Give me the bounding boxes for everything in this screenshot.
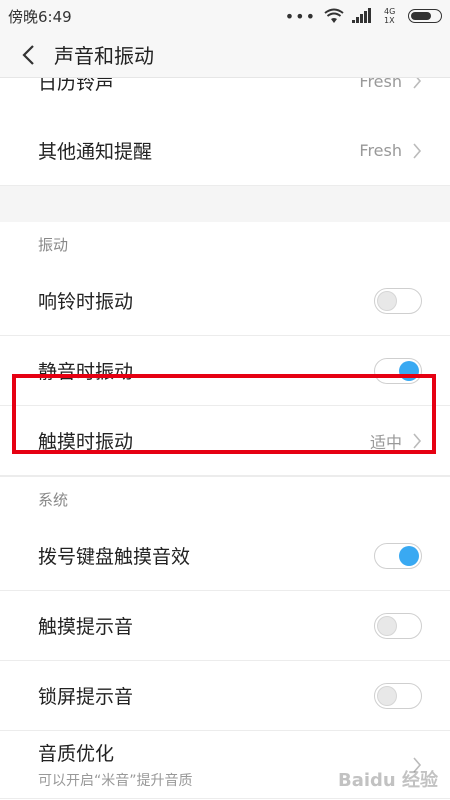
lock-screen-sound-toggle[interactable] xyxy=(374,682,422,709)
section-header-system: 系统 xyxy=(0,476,450,521)
calendar-ringtone-row[interactable]: 日历铃声 Fresh xyxy=(0,78,450,116)
settings-list: 日历铃声 Fresh 其他通知提醒 Fresh 振动 响铃时振动 静音时振动 触… xyxy=(0,78,450,799)
toggle-knob xyxy=(377,685,397,706)
ring-vibrate-row[interactable]: 响铃时振动 xyxy=(0,266,450,336)
page-title: 声音和振动 xyxy=(54,44,154,68)
app-header: 声音和振动 xyxy=(0,32,450,78)
section-divider xyxy=(0,186,450,222)
lock-screen-sound-row[interactable]: 锁屏提示音 xyxy=(0,661,450,731)
row-value: Fresh xyxy=(359,141,422,160)
row-label: 拨号键盘触摸音效 xyxy=(38,546,191,568)
status-bar: 傍晚6:49 ••• 4G 1X xyxy=(0,0,450,32)
silent-vibrate-toggle[interactable] xyxy=(374,357,422,384)
row-value-text: Fresh xyxy=(359,78,402,91)
silent-vibrate-row[interactable]: 静音时振动 xyxy=(0,336,450,406)
touch-sound-row[interactable]: 触摸提示音 xyxy=(0,591,450,661)
row-label: 响铃时振动 xyxy=(38,291,134,313)
toggle-knob xyxy=(399,360,419,381)
ring-vibrate-toggle[interactable] xyxy=(374,287,422,314)
row-label: 静音时振动 xyxy=(38,361,134,383)
row-value: 适中 xyxy=(370,429,422,453)
row-label: 日历铃声 xyxy=(38,78,115,94)
back-arrow-icon[interactable] xyxy=(14,41,42,69)
toggle-knob xyxy=(399,545,419,566)
toggle-knob xyxy=(377,615,397,636)
dialpad-touch-sound-toggle[interactable] xyxy=(374,542,422,569)
row-label: 触摸时振动 xyxy=(38,431,134,453)
row-value: Fresh xyxy=(359,78,422,91)
touch-sound-toggle[interactable] xyxy=(374,612,422,639)
chevron-right-icon xyxy=(413,432,422,449)
row-label: 音质优化 xyxy=(38,743,115,765)
more-dots-icon: ••• xyxy=(284,6,316,26)
row-label: 锁屏提示音 xyxy=(38,686,134,708)
row-value-text: Fresh xyxy=(359,141,402,160)
section-header-vibration: 振动 xyxy=(0,222,450,266)
cell-signal-icon xyxy=(352,8,371,23)
two-line-text: 音质优化 可以开启“米音”提升音质 xyxy=(38,739,193,790)
chevron-right-icon xyxy=(413,142,422,159)
row-value-text: 适中 xyxy=(369,432,402,452)
other-notification-row[interactable]: 其他通知提醒 Fresh xyxy=(0,116,450,186)
clipped-row-container: 日历铃声 Fresh xyxy=(0,78,450,116)
status-icons: ••• 4G 1X xyxy=(285,7,442,26)
dialpad-touch-sound-row[interactable]: 拨号键盘触摸音效 xyxy=(0,521,450,591)
status-time: 傍晚6:49 xyxy=(8,7,72,26)
network-type: 4G 1X xyxy=(384,7,396,25)
row-label: 其他通知提醒 xyxy=(38,141,153,163)
touch-vibrate-row[interactable]: 触摸时振动 适中 xyxy=(0,406,450,476)
row-label: 触摸提示音 xyxy=(38,616,134,638)
row-sublabel: 可以开启“米音”提升音质 xyxy=(38,773,193,789)
toggle-knob xyxy=(377,290,397,311)
battery-icon xyxy=(408,9,442,23)
watermark: Baidu 经验 xyxy=(337,770,438,791)
wifi-icon xyxy=(324,8,344,23)
chevron-right-icon xyxy=(413,78,422,89)
